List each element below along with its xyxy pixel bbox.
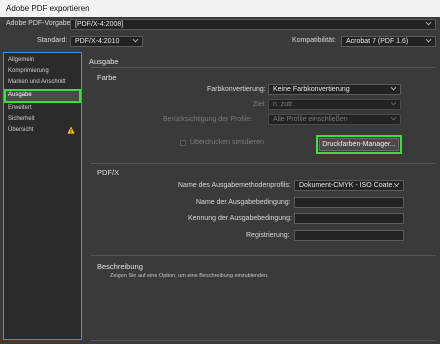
preset-select[interactable]: [PDF/X-4:2008] <box>70 19 436 30</box>
output-profile-select[interactable]: Dokument-CMYK - ISO Coate... <box>294 180 404 191</box>
preset-value: [PDF/X-4:2008] <box>75 21 124 28</box>
sidebar-item-allgemein[interactable]: Allgemein <box>6 56 79 66</box>
sidebar: Allgemein Komprimierung Marken und Ansch… <box>3 52 82 340</box>
sidebar-item-komprimierung[interactable]: Komprimierung <box>6 67 79 77</box>
profile-inclusion-value: Alle Profile einschließen <box>273 116 348 123</box>
description-heading: Beschreibung <box>97 262 143 271</box>
sidebar-item-sicherheit[interactable]: Sicherheit <box>6 115 79 125</box>
sidebar-item-label: Marken und Anschnitt <box>8 79 66 85</box>
panel-title: Ausgabe <box>89 57 119 66</box>
chevron-down-icon <box>132 37 139 43</box>
farbe-heading: Farbe <box>97 73 117 82</box>
output-condition-id-field[interactable] <box>294 213 404 224</box>
sidebar-item-ausgabe[interactable]: Ausgabe <box>4 89 81 103</box>
sidebar-item-label: Allgemein <box>8 57 35 63</box>
color-conversion-value: Keine Farbkonvertierung <box>273 86 350 93</box>
compatibility-value: Acrobat 7 (PDF 1.6) <box>346 38 409 45</box>
sidebar-item-label: Erweitert <box>8 105 32 111</box>
profile-inclusion-select[interactable]: Alle Profile einschließen <box>268 114 401 125</box>
standard-select[interactable]: PDF/X-4:2010 <box>70 36 143 47</box>
description-text: Zeigen Sie auf eine Option, um eine Besc… <box>110 273 269 279</box>
standard-value: PDF/X-4:2010 <box>75 38 120 45</box>
output-profile-label: Name des Ausgabemethodenprofils: <box>178 182 291 189</box>
sidebar-item-uebersicht[interactable]: Übersicht <box>6 126 79 136</box>
sidebar-item-label: Übersicht <box>8 127 34 133</box>
standard-label: Standard: <box>37 37 68 44</box>
divider <box>91 255 436 256</box>
pdfx-heading: PDF/X <box>97 168 120 177</box>
divider <box>91 67 436 68</box>
compatibility-select[interactable]: Acrobat 7 (PDF 1.6) <box>341 36 436 47</box>
overprint-label: Überdrucken simulieren <box>190 139 264 146</box>
registry-field[interactable] <box>294 230 404 241</box>
color-conversion-select[interactable]: Keine Farbkonvertierung <box>268 84 401 95</box>
chevron-down-icon <box>425 37 432 43</box>
window-title: Adobe PDF exportieren <box>0 0 440 17</box>
target-label: Ziel: <box>253 101 267 108</box>
preset-label: Adobe PDF-Vorgabe: <box>6 20 73 27</box>
target-value: n. zutr. <box>273 101 295 108</box>
sidebar-item-marken[interactable]: Marken und Anschnitt <box>6 78 79 88</box>
sidebar-item-label: Sicherheit <box>8 116 35 122</box>
output-condition-name-label: Name der Ausgabebedingung: <box>196 199 291 206</box>
overprint-checkbox[interactable] <box>180 140 186 146</box>
chevron-down-icon <box>390 115 397 121</box>
output-profile-value: Dokument-CMYK - ISO Coate... <box>299 182 399 189</box>
output-condition-name-field[interactable] <box>294 197 404 208</box>
target-select[interactable]: n. zutr. <box>268 99 401 110</box>
color-conversion-label: Farbkonvertierung: <box>207 86 266 93</box>
profile-inclusion-label: Berücksichtigung der Profile: <box>163 116 253 123</box>
compatibility-label: Kompatibilität: <box>292 37 336 44</box>
sidebar-item-label: Ausgabe <box>8 92 32 98</box>
ink-manager-button[interactable]: Druckfarben-Manager... <box>316 135 402 154</box>
chevron-down-icon <box>390 85 397 91</box>
warning-icon <box>67 126 75 134</box>
divider <box>91 340 436 341</box>
chevron-down-icon <box>425 20 432 26</box>
registry-label: Registrierung: <box>246 232 290 239</box>
sidebar-item-erweitert[interactable]: Erweitert <box>6 104 79 114</box>
chevron-down-icon <box>390 100 397 106</box>
divider <box>91 163 436 164</box>
sidebar-item-label: Komprimierung <box>8 68 49 74</box>
output-condition-id-label: Kennung der Ausgabebedingung: <box>188 215 292 222</box>
